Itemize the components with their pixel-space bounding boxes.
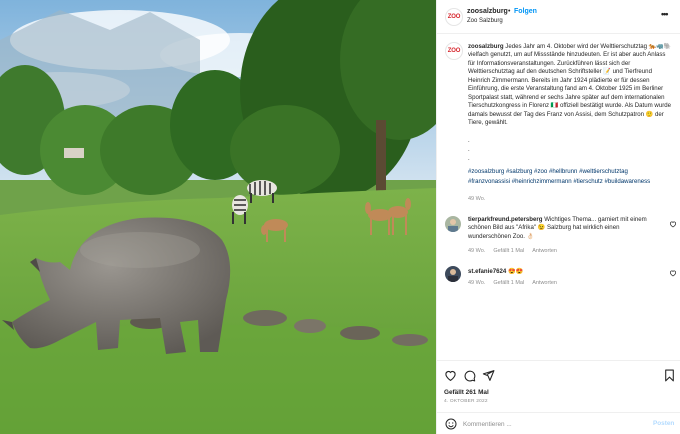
caption-dot: . <box>468 156 470 162</box>
comments-area[interactable]: ZOO zoosalzburg Jedes Jahr am 4. Oktober… <box>437 34 680 360</box>
comment-likes[interactable]: Gefällt 1 Mal <box>493 248 524 254</box>
account-username[interactable]: zoosalzburg <box>467 8 508 15</box>
post-date[interactable]: 4. OKTOBER 2022 <box>444 399 488 404</box>
caption-age: 49 Wo. <box>468 196 486 202</box>
caption-dot: . <box>468 138 470 144</box>
smiley-icon[interactable] <box>445 418 457 430</box>
post-side-panel: ZOO zoosalzburg • Folgen Zoo Salzburg ••… <box>436 0 680 434</box>
comment-text: tierparkfreund.petersberg Wichtiges Them… <box>468 216 663 241</box>
caption-dot: . <box>468 147 470 153</box>
comment-meta: 49 Wo. Gefällt 1 Mal Antworten <box>468 248 557 254</box>
likes-count[interactable]: Gefällt 261 Mal <box>444 389 489 396</box>
reply-button[interactable]: Antworten <box>532 280 557 286</box>
reply-button[interactable]: Antworten <box>532 248 557 254</box>
comment-bar: Posten <box>437 412 680 434</box>
account-avatar[interactable]: ZOO <box>445 8 463 26</box>
comment-heart-icon[interactable] <box>669 220 677 228</box>
separator-dot: • <box>508 8 511 15</box>
comment-age: 49 Wo. <box>468 280 486 286</box>
caption-username[interactable]: zoosalzburg <box>468 43 504 50</box>
follow-button[interactable]: Folgen <box>514 8 537 15</box>
zoo-logo-text: ZOO <box>447 14 461 20</box>
comment-input[interactable] <box>463 418 643 430</box>
heart-icon[interactable] <box>444 369 457 382</box>
post-photo[interactable] <box>0 0 436 434</box>
commenter-avatar[interactable] <box>445 216 461 232</box>
more-horizontal-icon[interactable]: ••• <box>661 10 673 19</box>
bookmark-icon[interactable] <box>663 369 676 382</box>
comment-icon[interactable] <box>463 369 476 382</box>
comment-heart-icon[interactable] <box>669 269 677 277</box>
commenter-avatar[interactable] <box>445 266 461 282</box>
comment-likes[interactable]: Gefällt 1 Mal <box>493 280 524 286</box>
caption-text: Jedes Jahr am 4. Oktober wird der Weltti… <box>468 43 672 127</box>
comment-age: 49 Wo. <box>468 248 486 254</box>
post-caption: zoosalzburg Jedes Jahr am 4. Oktober wir… <box>468 43 674 128</box>
zoo-logo-text: ZOO <box>447 48 461 54</box>
post-header: ZOO zoosalzburg • Folgen Zoo Salzburg ••… <box>437 0 680 34</box>
comment-username[interactable]: tierparkfreund.petersberg <box>468 216 543 223</box>
comment-text: st.efanie7624 😍😍 <box>468 268 663 276</box>
rhino-zebra-antelope-image <box>0 0 436 434</box>
comment-body: 😍😍 <box>507 268 524 275</box>
post-comment-button[interactable]: Posten <box>653 420 674 427</box>
post-actions: Gefällt 261 Mal 4. OKTOBER 2022 <box>437 360 680 410</box>
location-link[interactable]: Zoo Salzburg <box>467 18 503 24</box>
caption-avatar[interactable]: ZOO <box>445 42 463 60</box>
comment-meta: 49 Wo. Gefällt 1 Mal Antworten <box>468 280 557 286</box>
caption-hashtags[interactable]: #zoosalzburg #salzburg #zoo #hellbrunn #… <box>468 167 668 186</box>
paper-plane-icon[interactable] <box>482 369 495 382</box>
comment-username[interactable]: st.efanie7624 <box>468 268 506 275</box>
